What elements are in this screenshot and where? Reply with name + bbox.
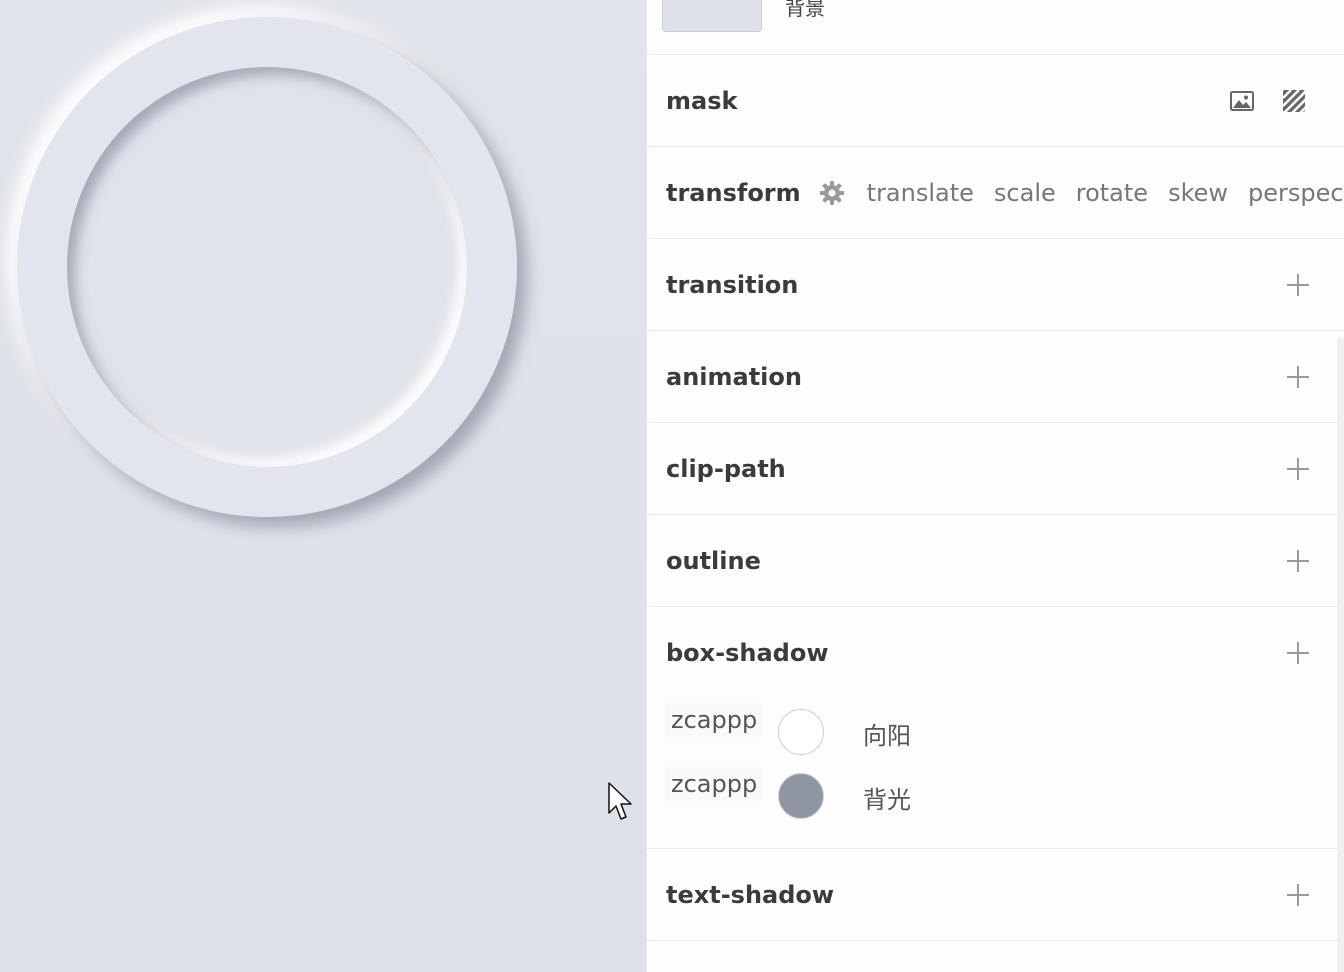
transform-row: transform translate scale rotate skew pe… bbox=[666, 179, 1344, 207]
add-box-shadow-plus-icon[interactable] bbox=[1287, 642, 1309, 664]
panel-scrollbar[interactable] bbox=[1338, 338, 1344, 972]
mask-tools bbox=[1229, 88, 1308, 115]
section-transition: transition bbox=[647, 239, 1344, 331]
shadow-color-swatch[interactable] bbox=[778, 709, 824, 755]
add-transition-plus-icon[interactable] bbox=[1287, 273, 1309, 296]
background-color-swatch[interactable] bbox=[662, 0, 762, 32]
shadow-name[interactable]: zcappp bbox=[665, 702, 764, 738]
transform-scale[interactable]: scale bbox=[994, 179, 1056, 207]
section-outline: outline bbox=[647, 515, 1344, 607]
shadow-label: 向阳 bbox=[863, 722, 911, 750]
add-outline-plus-icon[interactable] bbox=[1287, 549, 1309, 572]
shadow-name[interactable]: zcappp bbox=[665, 766, 764, 802]
image-icon[interactable] bbox=[1229, 88, 1255, 114]
clip-path-title: clip-path bbox=[666, 454, 786, 483]
transition-title: transition bbox=[666, 270, 799, 299]
box-shadow-item[interactable]: zcappp 背光 bbox=[647, 762, 1344, 822]
add-animation-plus-icon[interactable] bbox=[1287, 365, 1309, 388]
animation-title: animation bbox=[666, 362, 802, 391]
add-text-shadow-plus-icon[interactable] bbox=[1287, 883, 1309, 906]
hatch-pattern-icon[interactable] bbox=[1281, 88, 1308, 115]
add-clip-path-plus-icon[interactable] bbox=[1287, 457, 1309, 480]
mouse-cursor-icon bbox=[608, 782, 632, 820]
transform-translate[interactable]: translate bbox=[867, 179, 974, 207]
background-label: 背景 bbox=[785, 0, 825, 20]
text-shadow-title: text-shadow bbox=[666, 880, 835, 909]
neumorphic-ring-outer bbox=[17, 17, 517, 517]
section-text-shadow: text-shadow bbox=[647, 849, 1344, 941]
section-transform: transform translate scale rotate skew pe… bbox=[647, 147, 1344, 239]
transform-skew[interactable]: skew bbox=[1168, 179, 1228, 207]
shadow-color-swatch[interactable] bbox=[778, 773, 824, 819]
box-shadow-title: box-shadow bbox=[666, 639, 829, 667]
section-clip-path: clip-path bbox=[647, 423, 1344, 515]
shadow-label: 背光 bbox=[863, 786, 911, 814]
mask-title: mask bbox=[666, 86, 738, 115]
outline-title: outline bbox=[666, 546, 761, 575]
property-panel: 背景 mask transform translate scale rotate… bbox=[646, 0, 1344, 972]
neumorphic-ring-inner bbox=[67, 67, 467, 467]
transform-title: transform bbox=[666, 178, 801, 207]
transform-rotate[interactable]: rotate bbox=[1076, 179, 1148, 207]
preview-canvas bbox=[0, 0, 646, 972]
background-row: 背景 bbox=[647, 0, 1344, 55]
gear-icon[interactable] bbox=[819, 180, 845, 206]
transform-perspective[interactable]: perspective bbox=[1248, 179, 1344, 207]
section-animation: animation bbox=[647, 331, 1344, 423]
section-mask: mask bbox=[647, 55, 1344, 147]
box-shadow-item[interactable]: zcappp 向阳 bbox=[647, 698, 1344, 758]
